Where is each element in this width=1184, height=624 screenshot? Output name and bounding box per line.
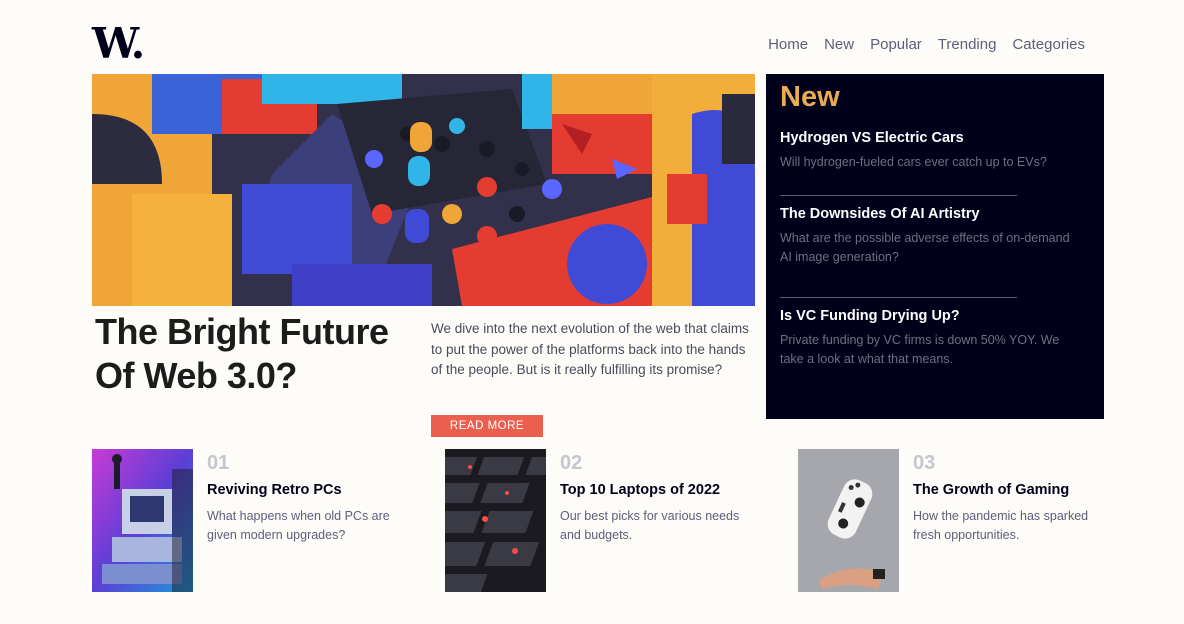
game-controller-image bbox=[798, 449, 899, 592]
keyboard-image bbox=[445, 449, 546, 592]
card-title[interactable]: Reviving Retro PCs bbox=[207, 481, 437, 499]
new-item-desc: Private funding by VC firms is down 50% … bbox=[780, 333, 1060, 366]
retro-pc-image bbox=[92, 449, 193, 592]
nav-trending[interactable]: Trending bbox=[938, 36, 997, 53]
article-card[interactable]: 01 Reviving Retro PCs What happens when … bbox=[92, 449, 412, 592]
hero-description: We dive into the next evolution of the w… bbox=[431, 321, 749, 377]
new-divider bbox=[780, 297, 1017, 298]
new-articles-panel: New Hydrogen VS Electric Cars Will hydro… bbox=[766, 74, 1104, 419]
article-card[interactable]: 02 Top 10 Laptops of 2022 Our best picks… bbox=[445, 449, 765, 592]
new-panel-heading: New bbox=[780, 81, 840, 113]
new-item[interactable]: Hydrogen VS Electric Cars Will hydrogen-… bbox=[780, 128, 1090, 172]
card-number: 02 bbox=[560, 452, 583, 474]
card-number: 01 bbox=[207, 452, 230, 474]
new-divider bbox=[780, 195, 1017, 196]
site-logo[interactable]: W. bbox=[92, 22, 145, 66]
card-title[interactable]: The Growth of Gaming bbox=[913, 481, 1143, 499]
new-item[interactable]: The Downsides Of AI Artistry What are th… bbox=[780, 204, 1090, 267]
hero-image bbox=[92, 74, 755, 306]
hero-title: The Bright Future Of Web 3.0? bbox=[95, 311, 389, 396]
card-desc: Our best picks for various needs and bud… bbox=[560, 509, 740, 542]
card-desc: How the pandemic has sparked fresh oppor… bbox=[913, 509, 1089, 542]
article-card[interactable]: 03 The Growth of Gaming How the pandemic… bbox=[798, 449, 1098, 592]
card-number: 03 bbox=[913, 452, 936, 474]
card-desc: What happens when old PCs are given mode… bbox=[207, 509, 390, 542]
main-nav: Home New Popular Trending Categories bbox=[768, 36, 1085, 53]
new-item-desc: Will hydrogen-fueled cars ever catch up … bbox=[780, 155, 1047, 169]
new-item-title[interactable]: Is VC Funding Drying Up? bbox=[780, 306, 1090, 326]
new-item-title[interactable]: The Downsides Of AI Artistry bbox=[780, 204, 1090, 224]
new-item[interactable]: Is VC Funding Drying Up? Private funding… bbox=[780, 306, 1090, 369]
new-item-title[interactable]: Hydrogen VS Electric Cars bbox=[780, 128, 1090, 148]
read-more-button[interactable]: READ MORE bbox=[431, 415, 543, 437]
nav-new[interactable]: New bbox=[824, 36, 854, 53]
card-title[interactable]: Top 10 Laptops of 2022 bbox=[560, 481, 790, 499]
new-item-desc: What are the possible adverse effects of… bbox=[780, 231, 1070, 264]
nav-home[interactable]: Home bbox=[768, 36, 808, 53]
nav-popular[interactable]: Popular bbox=[870, 36, 922, 53]
nav-categories[interactable]: Categories bbox=[1012, 36, 1085, 53]
